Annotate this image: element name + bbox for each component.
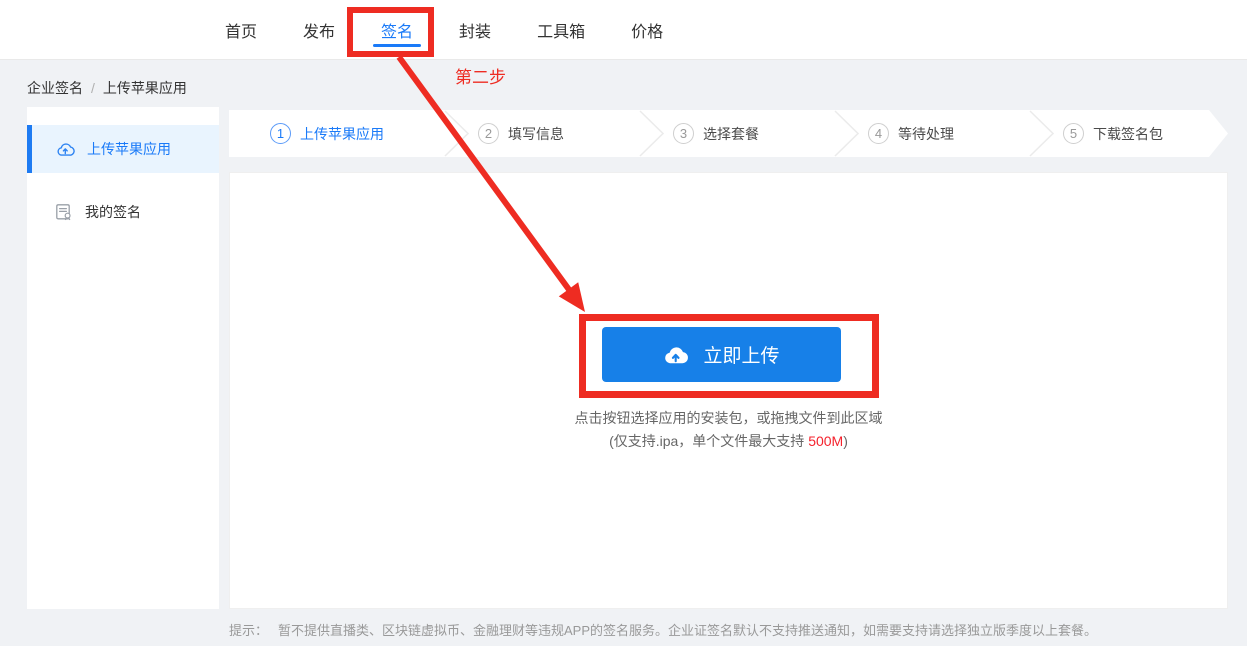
annotation-step-text: 第二步 [455,68,506,87]
step-label: 上传苹果应用 [300,125,384,142]
top-navbar: 首页 发布 签名 封装 工具箱 价格 [0,0,1247,60]
footer-tip-label: 提示： [229,623,269,638]
upload-dropzone[interactable]: 立即上传 点击按钮选择应用的安装包，或拖拽文件到此区域 (仅支持.ipa，单个文… [229,172,1228,609]
upload-now-button[interactable]: 立即上传 [601,327,841,382]
cloud-upload-icon [55,141,75,157]
footer-tip-text: 暂不提供直播类、区块链虚拟币、金融理财等违规APP的签名服务。企业证签名默认不支… [278,623,1098,638]
max-size-value: 500M [808,433,844,449]
sidebar-item-upload-apple-app[interactable]: 上传苹果应用 [27,125,219,173]
annotation-button-highlight-box: 立即上传 [578,314,879,398]
nav-item-price[interactable]: 价格 [631,0,663,60]
upload-hint-line2: (仅支持.ipa，单个文件最大支持 500M) [609,433,848,449]
wizard-step-4-wait-processing: 4 等待处理 [847,110,1042,157]
signature-doc-icon [55,203,73,221]
step-label: 下载签名包 [1093,125,1163,142]
sidebar-item-my-signatures[interactable]: 我的签名 [27,188,219,236]
sidebar-item-label: 上传苹果应用 [87,141,171,157]
step-label: 填写信息 [508,125,564,142]
breadcrumb-separator: / [91,80,95,96]
upload-hint: 点击按钮选择应用的安装包，或拖拽文件到此区域 (仅支持.ipa，单个文件最大支持… [575,407,883,453]
sidebar-item-label: 我的签名 [85,204,141,220]
wizard-step-2-fill-info: 2 填写信息 [457,110,652,157]
sidebar: 上传苹果应用 我的签名 [27,107,219,609]
breadcrumb-current: 上传苹果应用 [102,80,187,96]
wizard-step-3-choose-plan: 3 选择套餐 [652,110,847,157]
nav-item-publish[interactable]: 发布 [303,0,335,60]
step-wizard: 1 上传苹果应用 2 填写信息 3 选择套餐 4 等待处理 5 下载签名包 [229,110,1228,157]
step-number-circle: 1 [270,123,291,144]
step-number-circle: 4 [868,123,889,144]
upload-now-button-label: 立即上传 [703,346,780,367]
cloud-upload-icon [662,344,689,365]
step-number-circle: 2 [478,123,499,144]
wizard-step-1-upload: 1 上传苹果应用 [229,110,457,157]
wizard-step-5-download-package: 5 下载签名包 [1042,110,1228,157]
step-label: 选择套餐 [703,125,759,142]
nav-item-home[interactable]: 首页 [225,0,257,60]
footer-tip: 提示： 暂不提供直播类、区块链虚拟币、金融理财等违规APP的签名服务。企业证签名默… [229,620,1097,639]
nav-item-toolbox[interactable]: 工具箱 [537,0,585,60]
step-number-circle: 5 [1063,123,1084,144]
step-number-circle: 3 [673,123,694,144]
upload-hint-line1: 点击按钮选择应用的安装包，或拖拽文件到此区域 [574,410,883,426]
nav-item-sign[interactable]: 签名 [373,0,422,60]
breadcrumb: 企业签名 / 上传苹果应用 [27,78,187,98]
step-label: 等待处理 [898,125,954,142]
nav-item-package[interactable]: 封装 [459,0,491,60]
breadcrumb-section[interactable]: 企业签名 [27,78,83,98]
